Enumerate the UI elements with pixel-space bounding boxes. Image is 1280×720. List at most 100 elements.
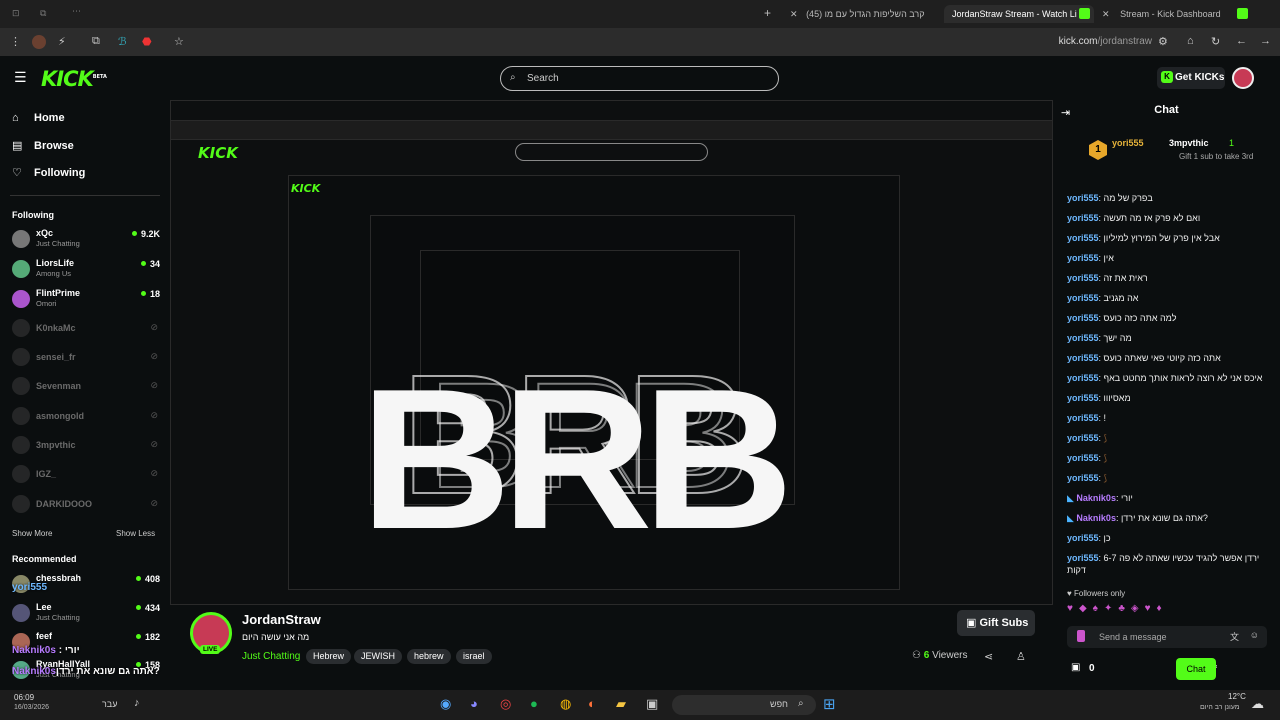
firefox-icon[interactable]: ◐ bbox=[588, 696, 596, 711]
chat-placeholder: Send a message bbox=[1099, 632, 1167, 642]
obs-icon[interactable]: ◎ bbox=[500, 696, 511, 712]
stream-category[interactable]: Just Chatting bbox=[242, 651, 300, 662]
channel-name: IGZ_ bbox=[36, 469, 57, 479]
chat-user[interactable]: Naknik0s bbox=[1076, 513, 1116, 523]
sidebar-channel[interactable]: xQc Just Chatting 9.2K bbox=[12, 227, 160, 253]
shield-icon[interactable]: ⬣ bbox=[142, 35, 152, 48]
more-icon[interactable]: ⋯ bbox=[72, 6, 81, 17]
chat-user[interactable]: yori555 bbox=[1067, 433, 1099, 443]
chat-user[interactable]: yori555 bbox=[1067, 553, 1099, 563]
get-kicks-button[interactable]: K Get KICKs bbox=[1157, 67, 1225, 89]
tabs-icon[interactable]: ⧉ bbox=[92, 35, 100, 48]
channel-game: Among Us bbox=[36, 269, 72, 278]
taskbar-search[interactable]: חפש ⌕ bbox=[672, 695, 816, 715]
chat-user[interactable]: yori555 bbox=[1067, 213, 1099, 223]
kick-logo[interactable]: KICKBETA bbox=[41, 67, 107, 91]
avatar[interactable] bbox=[1232, 67, 1254, 89]
chat-user[interactable]: yori555 bbox=[1067, 373, 1099, 383]
tab-label: JordanStraw Stream - Watch Li bbox=[952, 9, 1077, 19]
divider bbox=[10, 195, 160, 196]
window-menu-icon[interactable]: ⊡ bbox=[12, 8, 20, 19]
tab-dashboard[interactable]: ✕ Stream - Kick Dashboard bbox=[1102, 5, 1272, 23]
star-icon[interactable]: ☆ bbox=[174, 35, 184, 48]
chat-message: yori555: אתה כזה קיוטי פאי שאתה כועס bbox=[1067, 353, 1221, 363]
chat-user[interactable]: yori555 bbox=[1067, 193, 1099, 203]
sidebar-channel[interactable]: Lee Just Chatting 434 bbox=[12, 601, 160, 627]
app-icon[interactable]: ▣ bbox=[646, 696, 658, 712]
show-more-button[interactable]: Show More bbox=[12, 529, 52, 538]
chat-user[interactable]: yori555 bbox=[1067, 533, 1099, 543]
tag[interactable]: Hebrew bbox=[306, 649, 352, 664]
close-icon[interactable]: ✕ bbox=[790, 9, 798, 19]
chat-user[interactable]: yori555 bbox=[1067, 473, 1099, 483]
chat-user[interactable]: yori555 bbox=[1067, 453, 1099, 463]
emote-bar[interactable]: ♥◆♠✦♣◈♥♦ bbox=[1067, 603, 1272, 619]
sidebar-channel[interactable]: 3mpvthic ⊘ bbox=[12, 433, 160, 459]
translate-icon[interactable]: ℬ bbox=[118, 35, 127, 48]
emoji-icon[interactable]: ☺ bbox=[1250, 630, 1259, 640]
search-input[interactable]: ⌕ Search bbox=[500, 66, 779, 91]
hamburger-icon[interactable]: ☰ bbox=[14, 69, 27, 86]
nav-home[interactable]: ⌂ Home bbox=[12, 112, 65, 124]
chat-text: אה מגניב bbox=[1103, 293, 1139, 303]
chat-input[interactable]: Send a message 文 ☺ bbox=[1067, 626, 1267, 648]
chat-user[interactable]: yori555 bbox=[1067, 413, 1099, 423]
tag[interactable]: israel bbox=[456, 649, 492, 664]
sidebar-channel[interactable]: sensei_fr ⊘ bbox=[12, 345, 160, 371]
nav-following[interactable]: ♡ Following bbox=[12, 166, 85, 179]
chat-user[interactable]: yori555 bbox=[1067, 233, 1099, 243]
gift-icon: ▣ bbox=[966, 617, 980, 629]
tab-youtube[interactable]: ✕ (45) קרב השליפות הגדול עם מו bbox=[790, 5, 930, 23]
chat-user[interactable]: yori555 bbox=[1067, 253, 1099, 263]
spotify-icon[interactable]: ● bbox=[530, 696, 538, 711]
sidebar-channel[interactable]: DARKIDOOO ⊘ bbox=[12, 492, 160, 518]
chrome-icon[interactable]: ◍ bbox=[560, 696, 571, 712]
offline-icon: ⊘ bbox=[150, 322, 158, 332]
chat-user[interactable]: Naknik0s bbox=[1076, 493, 1116, 503]
chat-send-button[interactable]: Chat bbox=[1176, 658, 1216, 680]
nav-browse[interactable]: ▤ Browse bbox=[12, 139, 74, 152]
sidebar-channel[interactable]: IGZ_ ⊘ bbox=[12, 462, 160, 488]
streamer-name[interactable]: JordanStraw bbox=[242, 612, 321, 627]
menu-icon[interactable]: ⋮ bbox=[10, 35, 21, 48]
reload-icon[interactable]: ↻ bbox=[1211, 35, 1220, 48]
windows-start-icon[interactable]: ⊞ bbox=[823, 695, 836, 713]
gift-icon[interactable]: ▣ bbox=[1071, 662, 1080, 673]
tab-jordanstraw[interactable]: JordanStraw Stream - Watch Li bbox=[944, 5, 1094, 23]
sidebar-channel[interactable]: FlintPrime Omori 18 bbox=[12, 287, 160, 313]
sidebar-channel[interactable]: Sevenman ⊘ bbox=[12, 374, 160, 400]
discord-icon[interactable]: ◕ bbox=[470, 696, 478, 711]
sidebar-channel[interactable]: asmongold ⊘ bbox=[12, 404, 160, 430]
window-icon[interactable]: ⧉ bbox=[40, 8, 46, 19]
follow-icon[interactable]: ♙ bbox=[1016, 650, 1026, 663]
sidebar-channel[interactable]: K0nkaMc ⊘ bbox=[12, 316, 160, 342]
video-player[interactable]: KICK KICK BRB BRB BRB bbox=[170, 100, 1053, 605]
folder-icon[interactable]: ▰ bbox=[616, 696, 626, 712]
site-settings-icon[interactable]: ⚙ bbox=[1158, 35, 1168, 48]
chat-user[interactable]: yori555 bbox=[1067, 293, 1099, 303]
translate-icon[interactable]: 文 bbox=[1230, 630, 1239, 643]
chat-user[interactable]: yori555 bbox=[1067, 313, 1099, 323]
tag[interactable]: hebrew bbox=[407, 649, 451, 664]
chat-user[interactable]: yori555 bbox=[1067, 273, 1099, 283]
chat-user[interactable]: yori555 bbox=[1067, 353, 1099, 363]
back-icon[interactable]: ← bbox=[1236, 35, 1247, 47]
close-icon[interactable]: ✕ bbox=[1102, 9, 1110, 19]
microphone-icon[interactable]: ♪ bbox=[134, 697, 140, 709]
extensions-icon[interactable]: ⚡ bbox=[58, 35, 66, 48]
new-tab-icon[interactable]: + bbox=[764, 6, 771, 20]
language-indicator[interactable]: עבר bbox=[102, 699, 117, 709]
steam-icon[interactable]: ◉ bbox=[440, 696, 451, 712]
chat-user[interactable]: yori555 bbox=[1067, 393, 1099, 403]
cloud-icon[interactable]: ☁ bbox=[1251, 696, 1264, 712]
profile-icon[interactable] bbox=[32, 35, 46, 49]
show-less-button[interactable]: Show Less bbox=[116, 529, 155, 538]
tag[interactable]: JEWISH bbox=[354, 649, 403, 664]
share-icon[interactable]: ⋖ bbox=[984, 650, 993, 663]
forward-icon[interactable]: → bbox=[1260, 35, 1271, 47]
home-icon[interactable]: ⌂ bbox=[1187, 35, 1194, 47]
gift-subs-button[interactable]: ▣ Gift Subs bbox=[957, 610, 1035, 636]
sidebar-channel[interactable]: LiorsLife Among Us 34 bbox=[12, 257, 160, 283]
address-bar[interactable]: kick.com/jordanstraw bbox=[1059, 36, 1152, 47]
chat-user[interactable]: yori555 bbox=[1067, 333, 1099, 343]
